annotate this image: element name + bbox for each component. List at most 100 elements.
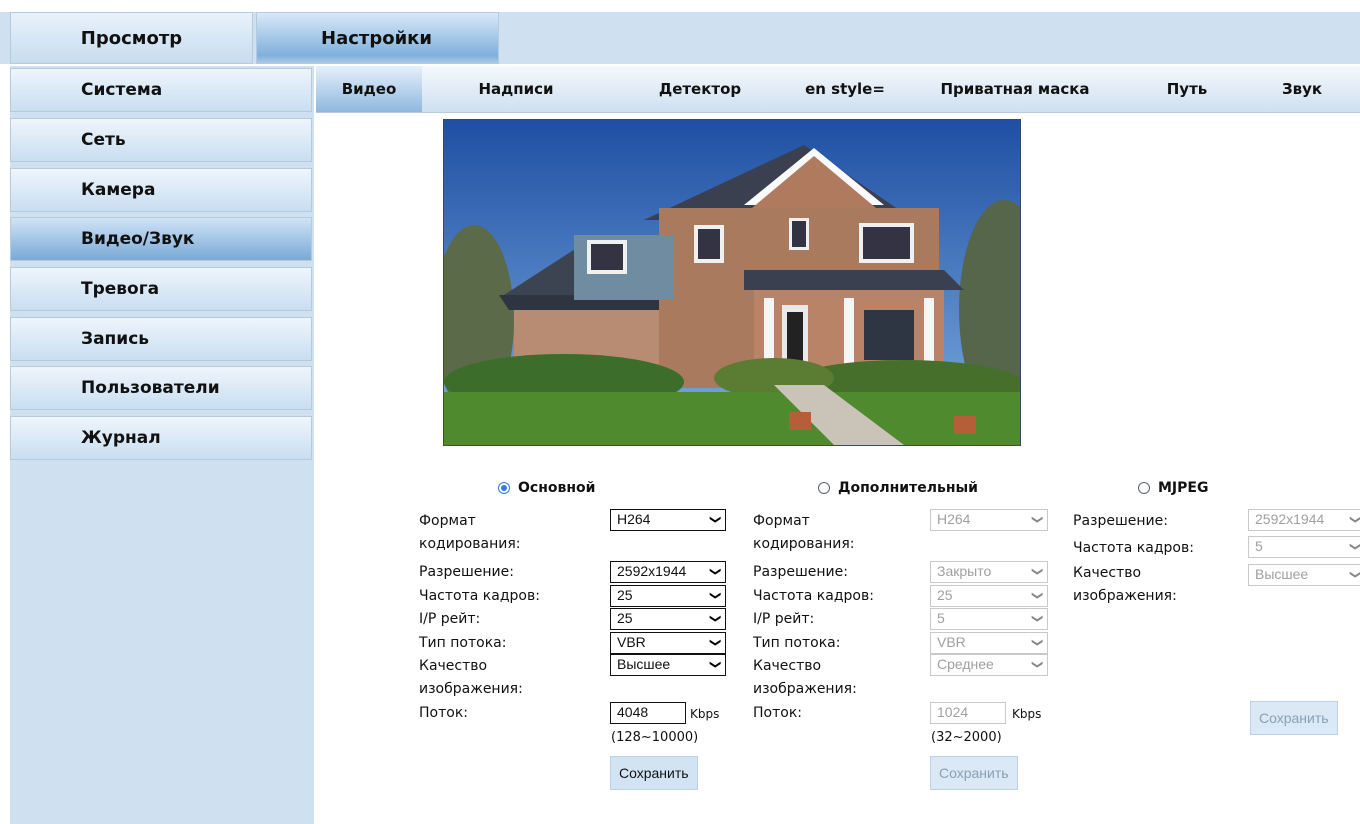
sub-type-select[interactable]: VBR ❮ bbox=[930, 632, 1048, 654]
subtab-detector[interactable]: Детектор bbox=[610, 66, 790, 112]
sub-format-select[interactable]: H264 ❮ bbox=[930, 509, 1048, 531]
mjpeg-fps-select[interactable]: 5 ❮ bbox=[1248, 536, 1360, 558]
main-resolution-label: Разрешение: bbox=[419, 564, 514, 580]
tab-settings[interactable]: Настройки bbox=[256, 12, 499, 64]
mjpeg-quality-label-1: Качество bbox=[1073, 565, 1142, 581]
sub-fps-value: 25 bbox=[937, 587, 953, 603]
sub-fps-select[interactable]: 25 ❮ bbox=[930, 585, 1048, 607]
mjpeg-save-button[interactable]: Сохранить bbox=[1250, 701, 1338, 735]
main-bitrate-range: (128~10000) bbox=[611, 730, 699, 745]
chevron-down-icon: ❮ bbox=[708, 566, 721, 577]
mjpeg-resolution-select[interactable]: 2592x1944 ❮ bbox=[1248, 509, 1360, 531]
sidebar-item-record[interactable]: Запись bbox=[10, 317, 312, 361]
chevron-down-icon: ❮ bbox=[1030, 566, 1043, 577]
chevron-down-icon: ❮ bbox=[708, 659, 721, 670]
sub-resolution-select[interactable]: Закрыто ❮ bbox=[930, 561, 1048, 583]
main-quality-label-2: изображения: bbox=[419, 681, 523, 697]
sub-format-label-2: кодирования: bbox=[753, 536, 855, 552]
main-bitrate-input[interactable]: 4048 bbox=[610, 702, 686, 724]
main-fps-label: Частота кадров: bbox=[419, 588, 540, 604]
chevron-down-icon: ❮ bbox=[1348, 569, 1360, 580]
main-stream-title: Основной bbox=[518, 480, 596, 496]
subtab-audio[interactable]: Звук bbox=[1244, 66, 1360, 112]
radio-button-main[interactable] bbox=[498, 482, 510, 494]
tab-preview[interactable]: Просмотр bbox=[10, 12, 253, 64]
main-quality-select[interactable]: Высшее ❮ bbox=[610, 654, 726, 676]
chevron-down-icon: ❮ bbox=[1030, 613, 1043, 624]
sub-resolution-value: Закрыто bbox=[937, 563, 992, 579]
subtab-privacy-mask[interactable]: Приватная маска bbox=[900, 66, 1130, 112]
main-format-select[interactable]: H264 ❮ bbox=[610, 509, 726, 531]
chevron-down-icon: ❮ bbox=[1030, 590, 1043, 601]
main-format-label-1: Формат bbox=[419, 513, 476, 529]
sub-ip-label: I/P рейт: bbox=[753, 611, 815, 627]
main-ip-label: I/P рейт: bbox=[419, 611, 481, 627]
sub-ip-value: 5 bbox=[937, 610, 945, 626]
sub-bitrate-unit: Kbps bbox=[1012, 707, 1042, 721]
camera-preview-image bbox=[444, 120, 1020, 445]
camera-preview bbox=[443, 119, 1021, 446]
mjpeg-fps-label: Частота кадров: bbox=[1073, 540, 1194, 556]
main-fps-select[interactable]: 25 ❮ bbox=[610, 585, 726, 607]
radio-main-stream[interactable]: Основной bbox=[498, 480, 595, 496]
radio-sub-stream[interactable]: Дополнительный bbox=[818, 480, 978, 496]
sub-type-label: Тип потока: bbox=[753, 635, 841, 651]
sub-quality-label-1: Качество bbox=[753, 658, 822, 674]
mjpeg-stream-title: MJPEG bbox=[1158, 480, 1209, 496]
sub-save-button[interactable]: Сохранить bbox=[930, 756, 1018, 790]
mjpeg-quality-label-2: изображения: bbox=[1073, 588, 1177, 604]
sub-type-value: VBR bbox=[937, 634, 966, 650]
sidebar: Система Сеть Камера Видео/Звук Тревога З… bbox=[10, 66, 314, 824]
sidebar-item-log[interactable]: Журнал bbox=[10, 416, 312, 460]
sidebar-item-camera[interactable]: Камера bbox=[10, 168, 312, 212]
main-resolution-select[interactable]: 2592x1944 ❮ bbox=[610, 561, 726, 583]
sub-fps-label: Частота кадров: bbox=[753, 588, 874, 604]
sub-quality-label-2: изображения: bbox=[753, 681, 857, 697]
subtab-video[interactable]: Видео bbox=[316, 66, 422, 112]
chevron-down-icon: ❮ bbox=[1030, 659, 1043, 670]
main-bitrate-label: Поток: bbox=[419, 705, 468, 721]
main-quality-label-1: Качество bbox=[419, 658, 488, 674]
main-type-label: Тип потока: bbox=[419, 635, 507, 651]
subtab-path[interactable]: Путь bbox=[1130, 66, 1244, 112]
sidebar-item-system[interactable]: Система bbox=[10, 68, 312, 112]
main-type-select[interactable]: VBR ❮ bbox=[610, 632, 726, 654]
sub-quality-select[interactable]: Среднее ❮ bbox=[930, 654, 1048, 676]
chevron-down-icon: ❮ bbox=[708, 637, 721, 648]
chevron-down-icon: ❮ bbox=[1348, 541, 1360, 552]
chevron-down-icon: ❮ bbox=[708, 514, 721, 525]
subtab-en-style[interactable]: en style= bbox=[790, 66, 900, 112]
stream-settings-form: Основной Дополнительный MJPEG Формат код… bbox=[316, 460, 1360, 824]
sub-stream-title: Дополнительный bbox=[838, 480, 978, 496]
main-type-value: VBR bbox=[617, 634, 646, 650]
main-format-label-2: кодирования: bbox=[419, 536, 521, 552]
main-fps-value: 25 bbox=[617, 587, 633, 603]
chevron-down-icon: ❮ bbox=[1030, 637, 1043, 648]
chevron-down-icon: ❮ bbox=[708, 590, 721, 601]
sub-quality-value: Среднее bbox=[937, 656, 994, 672]
mjpeg-quality-value: Высшее bbox=[1255, 566, 1309, 582]
settings-subnav: Видео Надписи Детектор en style= Приватн… bbox=[316, 66, 1360, 113]
sub-format-value: H264 bbox=[937, 511, 971, 527]
chevron-down-icon: ❮ bbox=[1348, 514, 1360, 525]
mjpeg-quality-select[interactable]: Высшее ❮ bbox=[1248, 564, 1360, 586]
main-bitrate-unit: Kbps bbox=[690, 707, 720, 721]
sub-ip-select[interactable]: 5 ❮ bbox=[930, 608, 1048, 630]
sidebar-item-users[interactable]: Пользователи bbox=[10, 366, 312, 410]
mjpeg-resolution-value: 2592x1944 bbox=[1255, 511, 1325, 527]
sidebar-item-video-audio[interactable]: Видео/Звук bbox=[10, 217, 312, 261]
main-ip-select[interactable]: 25 ❮ bbox=[610, 608, 726, 630]
subtab-overlays[interactable]: Надписи bbox=[422, 66, 610, 112]
sidebar-item-alarm[interactable]: Тревога bbox=[10, 267, 312, 311]
sub-bitrate-input[interactable]: 1024 bbox=[930, 702, 1006, 724]
radio-button-sub[interactable] bbox=[818, 482, 830, 494]
sub-bitrate-range: (32~2000) bbox=[931, 730, 1002, 745]
sub-format-label-1: Формат bbox=[753, 513, 810, 529]
main-resolution-value: 2592x1944 bbox=[617, 563, 687, 579]
main-ip-value: 25 bbox=[617, 610, 633, 626]
sidebar-item-network[interactable]: Сеть bbox=[10, 118, 312, 162]
radio-mjpeg-stream[interactable]: MJPEG bbox=[1138, 480, 1208, 496]
radio-button-mjpeg[interactable] bbox=[1138, 482, 1150, 494]
chevron-down-icon: ❮ bbox=[708, 613, 721, 624]
main-save-button[interactable]: Сохранить bbox=[610, 756, 698, 790]
